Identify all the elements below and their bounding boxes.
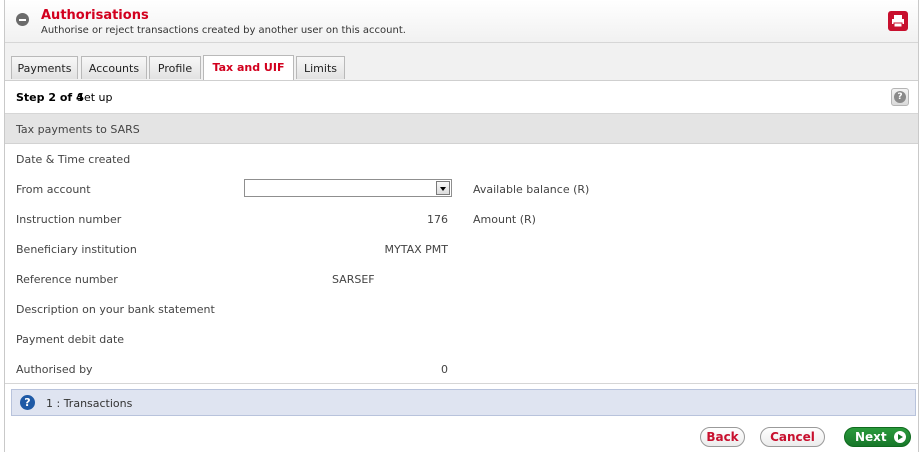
divider <box>5 383 918 384</box>
date-created-label: Date & Time created <box>16 153 131 166</box>
beneficiary-institution-label: Beneficiary institution <box>16 243 137 256</box>
step-number: Step 2 of 4 <box>16 91 84 104</box>
authorisations-panel: Authorisations Authorise or reject trans… <box>4 0 919 452</box>
panel-header: Authorisations Authorise or reject trans… <box>5 0 918 43</box>
tab-payments[interactable]: Payments <box>11 56 78 79</box>
beneficiary-institution-value: MYTAX PMT <box>384 243 448 256</box>
help-icon: ? <box>894 91 906 103</box>
authorised-by-label: Authorised by <box>16 363 93 376</box>
chevron-down-icon[interactable] <box>436 181 450 195</box>
tab-accounts[interactable]: Accounts <box>81 56 147 79</box>
tab-tax-and-uif[interactable]: Tax and UIF <box>203 55 294 80</box>
reference-number-label: Reference number <box>16 273 118 286</box>
collapse-icon[interactable] <box>16 13 29 26</box>
cancel-button[interactable]: Cancel <box>760 427 825 447</box>
tab-profile[interactable]: Profile <box>149 56 201 79</box>
from-account-select[interactable] <box>244 179 452 197</box>
payment-debit-date-label: Payment debit date <box>16 333 125 346</box>
printer-icon <box>892 15 904 28</box>
page-title: Authorisations <box>41 8 149 23</box>
available-balance-label: Available balance (R) <box>473 183 590 196</box>
bank-statement-description-label: Description on your bank statement <box>16 303 215 316</box>
authorised-by-value: 0 <box>441 363 448 376</box>
instruction-number-value: 176 <box>427 213 448 226</box>
back-button[interactable]: Back <box>700 427 745 447</box>
info-icon: ? <box>20 395 35 410</box>
from-account-label: From account <box>16 183 91 196</box>
transactions-info-bar: ? 1 : Transactions <box>11 389 916 416</box>
tab-bar: Payments Accounts Profile Tax and UIF Li… <box>5 43 918 81</box>
next-button-label: Next <box>855 430 887 444</box>
section-title: Tax payments to SARS <box>16 123 140 136</box>
transactions-count: 1 : Transactions <box>46 397 133 410</box>
instruction-number-label: Instruction number <box>16 213 122 226</box>
amount-label: Amount (R) <box>473 213 536 226</box>
next-arrow-icon <box>894 431 906 443</box>
page-subtitle: Authorise or reject transactions created… <box>41 25 406 36</box>
print-button[interactable] <box>888 11 908 31</box>
tab-limits[interactable]: Limits <box>296 56 345 79</box>
step-name: Set up <box>77 91 113 104</box>
step-indicator: Step 2 of 4 Set up ? <box>5 81 918 114</box>
reference-number-value: SARSEF <box>332 273 375 286</box>
next-button[interactable]: Next <box>844 427 911 447</box>
section-header: Tax payments to SARS <box>5 114 918 144</box>
help-button[interactable]: ? <box>891 88 909 106</box>
